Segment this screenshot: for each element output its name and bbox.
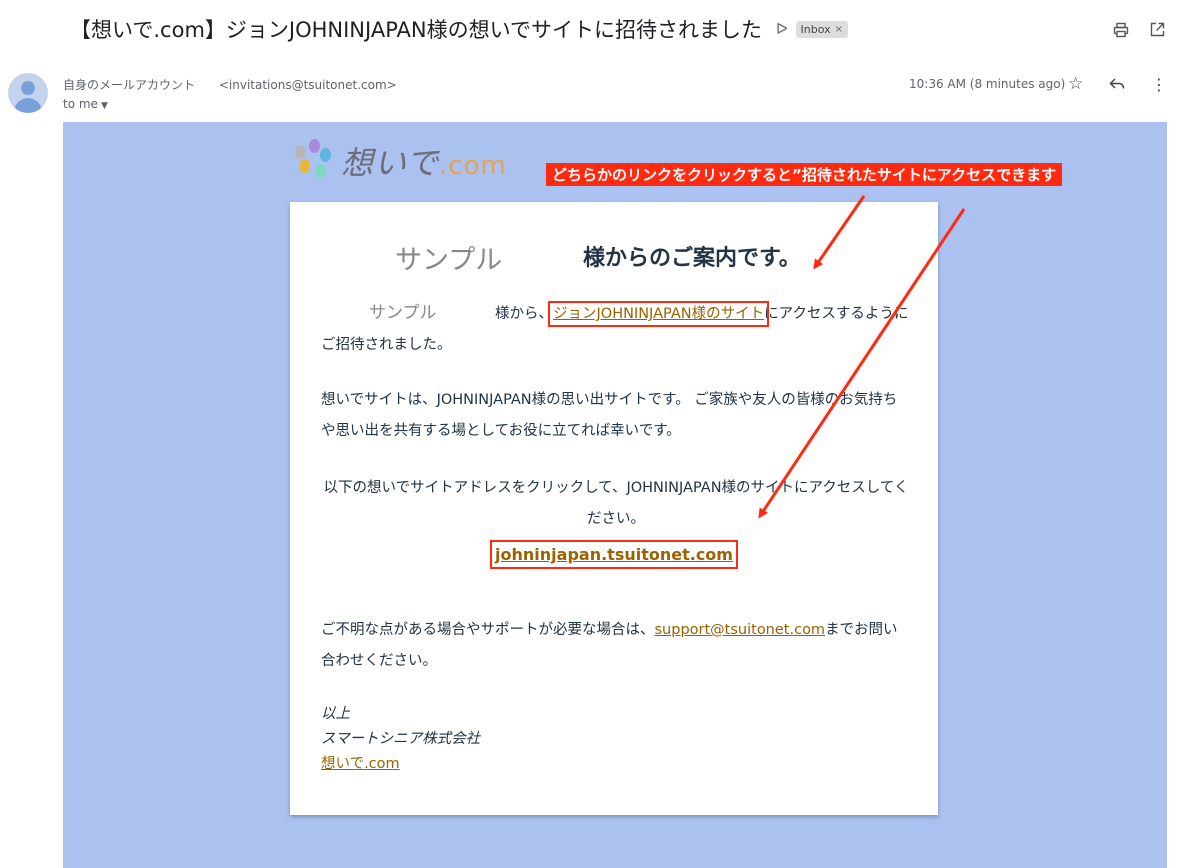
invite-paragraph: サンプル 様から、ジョンJOHNINJAPAN様のサイトにアクセスするようにご招待… — [321, 298, 911, 361]
reply-icon[interactable] — [1109, 77, 1125, 91]
remove-label-icon[interactable]: × — [835, 24, 843, 35]
chevron-down-icon[interactable]: ▼ — [101, 101, 108, 111]
logo-text: 想いで.com — [341, 144, 507, 182]
sender-avatar[interactable] — [8, 73, 48, 113]
email-card: サンプル 様からのご案内です。 サンプル 様から、ジョンJOHNINJAPAN様の… — [290, 202, 938, 815]
sender-name[interactable]: 自身のメールアカウント — [63, 78, 195, 92]
logo-mark-icon — [295, 139, 335, 183]
email-timestamp: 10:36 AM (8 minutes ago) — [909, 77, 1066, 91]
sender-email: <invitations@tsuitonet.com> — [218, 78, 397, 92]
omoide-logo: 想いで.com — [295, 138, 507, 184]
sample-name-inline: サンプル — [369, 303, 437, 323]
site-address-link[interactable]: johninjapan.tsuitonet.com — [490, 540, 738, 569]
star-icon[interactable]: ☆ — [1068, 74, 1083, 94]
print-icon[interactable] — [1113, 22, 1129, 38]
sample-name: サンプル — [395, 245, 503, 276]
support-paragraph: ご不明な点がある場合やサポートが必要な場合は、support@tsuitonet… — [321, 622, 898, 669]
signature-company: スマートシニア株式会社 — [321, 731, 481, 747]
recipient-label: to me — [63, 97, 98, 111]
open-in-new-window-icon[interactable] — [1150, 22, 1165, 37]
signature-site-link[interactable]: 想いで.com — [321, 756, 400, 772]
support-email-link[interactable]: support@tsuitonet.com — [655, 622, 826, 638]
signature: 以上 スマートシニア株式会社 想いで.com — [321, 702, 480, 777]
recipient-dropdown[interactable]: to me ▼ — [63, 97, 108, 111]
site-name-link[interactable]: ジョンJOHNINJAPAN様のサイト — [547, 301, 770, 327]
instruction-paragraph: 以下の想いでサイトアドレスをクリックして、JOHNINJAPAN様のサイトにアク… — [323, 480, 909, 527]
sender-info: 自身のメールアカウント <invitations@tsuitonet.com> — [63, 76, 397, 93]
annotation-callout: どちらかのリンクをクリックすると”招待されたサイトにアクセスできます — [546, 163, 1063, 186]
more-vert-icon[interactable]: ⋮ — [1151, 75, 1167, 94]
heading-text: 様からのご案内です。 — [583, 246, 801, 271]
signature-line-1: 以上 — [321, 706, 350, 722]
email-subject: 【想いで.com】ジョンJOHNINJAPAN様の想いでサイトに招待されました … — [70, 14, 849, 44]
inbox-label-chip[interactable]: Inbox × — [795, 20, 849, 38]
important-marker-icon[interactable]: ᐅ — [776, 20, 788, 38]
site-description-paragraph: 想いでサイトは、JOHNINJAPAN様の思い出サイトです。 ご家族や友人の皆様… — [321, 392, 898, 439]
subject-text: 【想いで.com】ジョンJOHNINJAPAN様の想いでサイトに招待されました — [70, 18, 762, 42]
inbox-label-text: Inbox — [800, 22, 831, 36]
site-address-container: johninjapan.tsuitonet.com — [290, 540, 938, 569]
